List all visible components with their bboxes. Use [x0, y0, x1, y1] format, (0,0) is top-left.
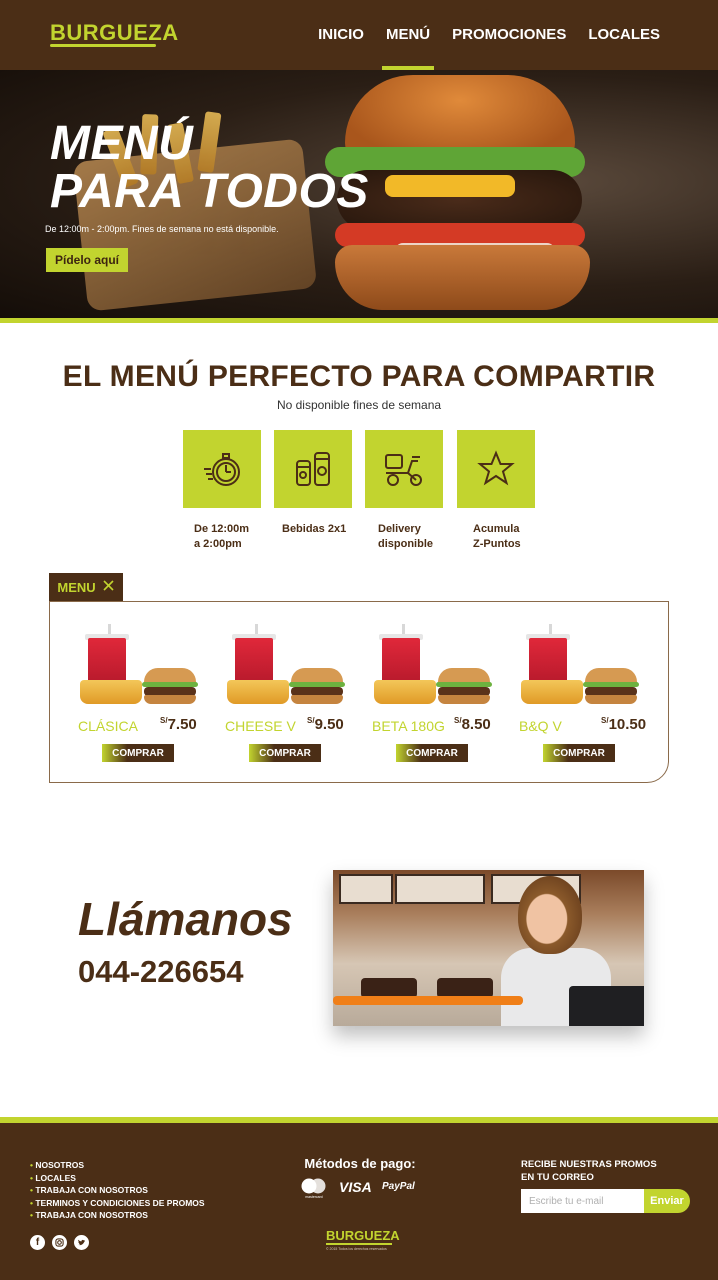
stopwatch-icon — [204, 453, 240, 486]
cashier-photo — [333, 870, 644, 1026]
section-title: EL MENÚ PERFECTO PARA COMPARTIR — [62, 360, 656, 393]
menu-item-name: B&Q V — [519, 718, 562, 734]
fries-image — [374, 680, 436, 704]
menu-card-clasica: CLÁSICA S/7.50 COMPRAR — [50, 620, 198, 770]
hero-subtitle: De 12:00m - 2:00pm. Fines de semana no e… — [45, 224, 279, 234]
feature-label-drinks: Bebidas 2x1 — [282, 523, 347, 535]
fries-image — [521, 680, 583, 704]
buy-button[interactable]: COMPRAR — [543, 744, 615, 762]
utensils-icon — [102, 579, 115, 595]
logo-underline — [50, 44, 156, 47]
twitter-icon[interactable] — [74, 1235, 89, 1250]
facebook-icon[interactable]: f — [30, 1235, 45, 1250]
footer-logo-underline — [326, 1243, 392, 1245]
site-footer: NOSOTROS LOCALES TRABAJA CON NOSOTROS TE… — [0, 1123, 718, 1280]
feature-label-points: Acumula Z-Puntos — [473, 523, 521, 550]
drinks-icon — [296, 452, 330, 486]
menu-item-price: S/10.50 — [601, 716, 647, 733]
star-icon — [477, 450, 515, 486]
menu-item-name: CHEESE V — [225, 718, 296, 734]
copyright-text: © 2015 Todos los derechos reservados — [326, 1247, 387, 1251]
soda-image — [529, 638, 567, 686]
feature-label-delivery: Delivery disponible — [378, 523, 433, 550]
order-here-button[interactable]: Pídelo aquí — [46, 248, 128, 272]
menu-item-name: CLÁSICA — [78, 718, 138, 734]
nav-item-promociones[interactable]: PROMOCIONES — [452, 26, 566, 43]
buy-button[interactable]: COMPRAR — [102, 744, 174, 762]
burger-image — [583, 668, 639, 704]
menu-card-bq-v: B&Q V S/10.50 COMPRAR — [491, 620, 646, 770]
soda-image — [88, 638, 126, 686]
visa-logo: VISA — [339, 1179, 372, 1195]
hero-title: MENÚ PARA TODOS — [50, 120, 369, 216]
hero-title-line1: MENÚ — [50, 117, 194, 170]
soda-image — [382, 638, 420, 686]
hero-divider — [0, 318, 718, 323]
feature-tile-time — [183, 430, 261, 508]
soda-image — [235, 638, 273, 686]
hero-title-line2: PARA TODOS — [50, 165, 369, 218]
nav-item-menu[interactable]: MENÚ — [381, 26, 435, 70]
phone-number[interactable]: 044-226654 — [78, 954, 244, 990]
menu-card-beta-180g: BETA 180G S/8.50 COMPRAR — [344, 620, 492, 770]
menu-item-name: BETA 180G — [372, 718, 445, 734]
instagram-icon[interactable] — [52, 1235, 67, 1250]
menu-tab[interactable]: MENU — [49, 573, 123, 601]
burger-image — [436, 668, 492, 704]
buy-button[interactable]: COMPRAR — [396, 744, 468, 762]
burger-image — [142, 668, 198, 704]
buy-button[interactable]: COMPRAR — [249, 744, 321, 762]
footer-link-trabaja[interactable]: TRABAJA CON NOSOTROS — [30, 1184, 205, 1197]
delivery-scooter-icon — [385, 454, 422, 486]
footer-links: NOSOTROS LOCALES TRABAJA CON NOSOTROS TE… — [30, 1159, 205, 1222]
footer-link-nosotros[interactable]: NOSOTROS — [30, 1159, 205, 1172]
paypal-logo: PayPal — [382, 1181, 415, 1192]
mastercard-icon: mastercard — [299, 1177, 329, 1199]
section-subtitle: No disponible fines de semana — [276, 398, 442, 412]
svg-text:mastercard: mastercard — [305, 1195, 323, 1199]
menu-tab-label: MENU — [57, 579, 96, 595]
menu-card-cheese-v: CHEESE V S/9.50 COMPRAR — [197, 620, 345, 770]
footer-link-terminos[interactable]: TERMINOS Y CONDICIONES DE PROMOS — [30, 1197, 204, 1210]
send-button[interactable]: Enviar — [644, 1189, 690, 1213]
feature-tile-points — [457, 430, 535, 508]
newsletter-title: RECIBE NUESTRAS PROMOS EN TU CORREO — [521, 1159, 657, 1183]
nav-item-locales[interactable]: LOCALES — [588, 26, 660, 43]
menu-item-price: S/9.50 — [307, 716, 344, 733]
menu-item-price: S/7.50 — [160, 716, 197, 733]
site-logo[interactable]: BURGUEZA — [50, 20, 179, 46]
site-header: BURGUEZA INICIO MENÚ PROMOCIONES LOCALES — [0, 0, 718, 70]
feature-label-time: De 12:00m a 2:00pm — [194, 523, 250, 550]
footer-link-trabaja-2[interactable]: TRABAJA CON NOSOTROS — [30, 1209, 205, 1222]
fries-image — [80, 680, 142, 704]
payment-methods-title: Métodos de pago: — [304, 1156, 416, 1171]
menu-item-price: S/8.50 — [454, 716, 491, 733]
call-title: Llámanos — [78, 893, 293, 945]
email-input[interactable] — [521, 1189, 644, 1213]
fries-image — [227, 680, 289, 704]
footer-link-locales[interactable]: LOCALES — [30, 1172, 205, 1185]
feature-tile-drinks — [274, 430, 352, 508]
nav-item-inicio[interactable]: INICIO — [318, 26, 364, 43]
feature-tile-delivery — [365, 430, 443, 508]
footer-logo[interactable]: BURGUEZA — [326, 1228, 400, 1243]
burger-image — [289, 668, 345, 704]
main-nav: INICIO MENÚ PROMOCIONES LOCALES — [318, 26, 660, 70]
